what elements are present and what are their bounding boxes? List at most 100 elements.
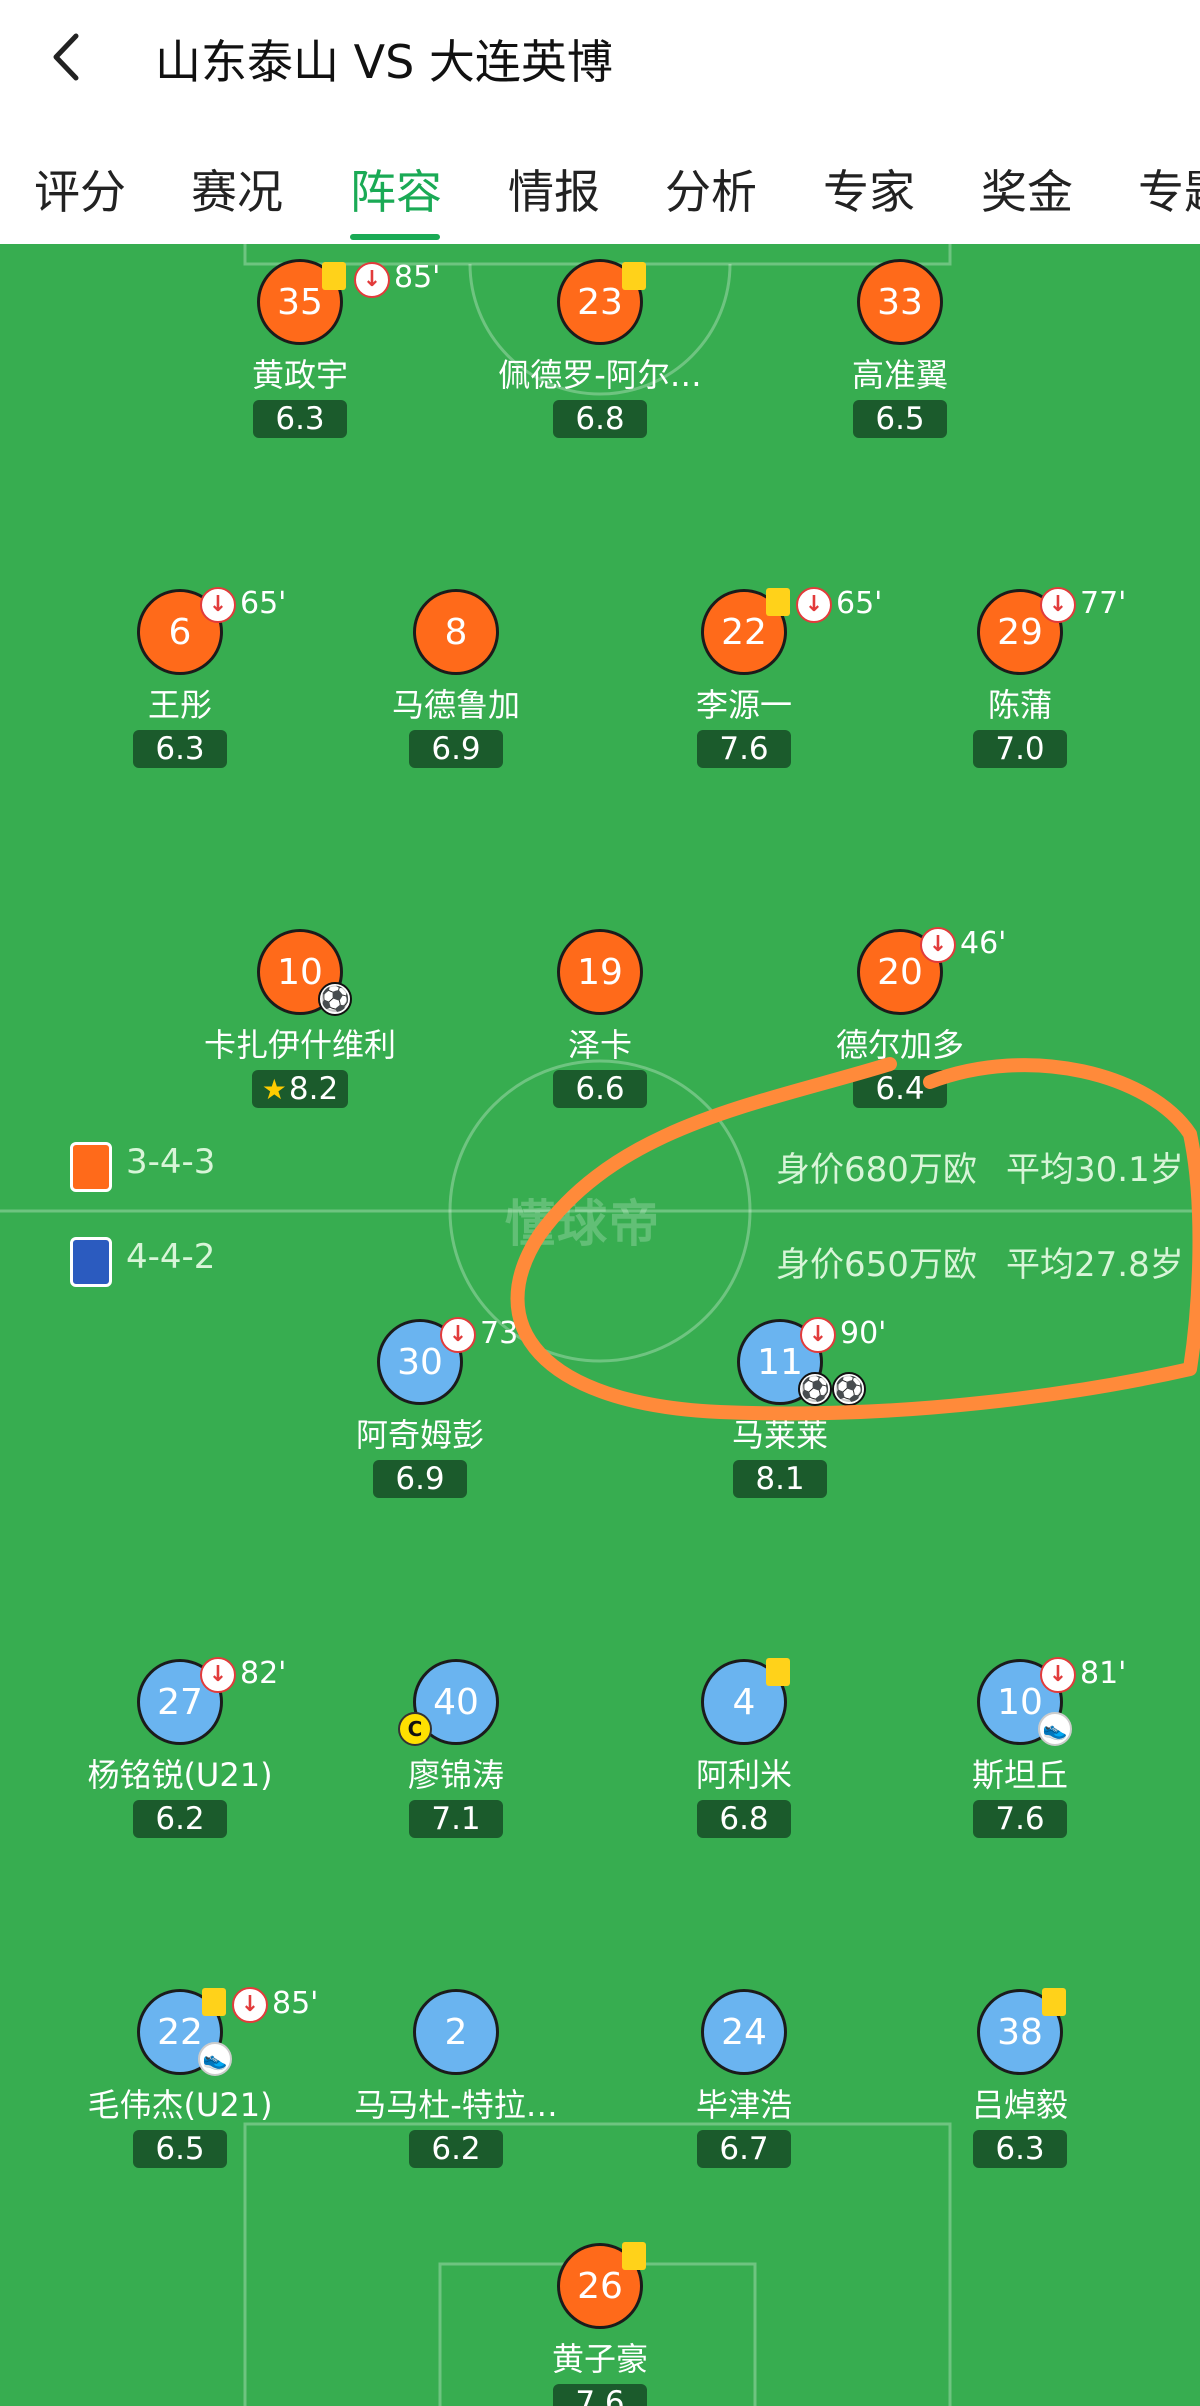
player-name: 黄子豪 (551, 2340, 648, 2378)
yellow-card-icon (622, 2242, 646, 2270)
sub-off-icon: ↓ (354, 262, 390, 298)
player-name: 吕焯毅 (971, 2086, 1068, 2124)
player-rating: 6.3 (973, 2130, 1067, 2168)
away-formation: 4-4-2 (126, 1237, 216, 1277)
page-title: 山东泰山 VS 大连英博 (155, 35, 613, 89)
player-rating: 7.6 (553, 2384, 647, 2406)
yellow-card-icon (322, 262, 346, 290)
player-rating: 6.2 (133, 1800, 227, 1838)
player-name: 毕津浩 (695, 2086, 792, 2124)
player-rating: 6.8 (697, 1800, 791, 1838)
sub-off-icon: ↓ (200, 587, 236, 623)
assist-boot-icon: 👟 (1038, 1712, 1072, 1746)
sub-minute: 85' (394, 260, 441, 295)
player-rating: 7.0 (973, 730, 1067, 768)
away-value: 身价650万欧 (776, 1245, 977, 1285)
player-rating: ★8.2 (252, 1070, 348, 1108)
player-rating: 8.1 (733, 1460, 827, 1498)
player-rating: 6.3 (133, 730, 227, 768)
watermark: 懂球帝 (505, 1195, 661, 1253)
player-rating: 6.9 (373, 1460, 467, 1498)
player-name: 李源一 (695, 686, 792, 724)
sub-minute: 77' (1080, 586, 1127, 621)
sub-off-icon: ↓ (920, 927, 956, 963)
player-name: 廖锦涛 (407, 1756, 504, 1794)
player-name: 阿奇姆彭 (355, 1416, 484, 1454)
player-name: 佩德罗-阿尔… (498, 356, 702, 394)
sub-minute: 65' (240, 586, 287, 621)
yellow-card-icon (622, 262, 646, 290)
player-name: 泽卡 (567, 1026, 632, 1064)
sub-minute: 90' (840, 1316, 887, 1351)
yellow-card-icon (202, 1988, 226, 2016)
assist-boot-icon: 👟 (198, 2042, 232, 2076)
player-rating: 6.5 (133, 2130, 227, 2168)
rating-value: 8.2 (288, 1071, 339, 1107)
player-name: 毛伟杰(U21) (87, 2086, 273, 2124)
player-rating: 6.8 (553, 400, 647, 438)
pitch: 懂球帝 35 ↓ 85' 黄政宇 6.3 23 佩德罗-阿尔… 6.8 33 高… (0, 244, 1200, 2406)
sub-off-icon: ↓ (200, 1657, 236, 1693)
sub-minute: 81' (1080, 1656, 1127, 1691)
tab-intel[interactable]: 情报 (508, 156, 600, 222)
away-team-badge (70, 1237, 112, 1287)
yellow-card-icon (766, 1658, 790, 1686)
sub-off-icon: ↓ (232, 1987, 268, 2023)
player-name: 德尔加多 (835, 1026, 964, 1064)
tab-bonus[interactable]: 奖金 (981, 156, 1073, 222)
player-name: 杨铭锐(U21) (87, 1756, 273, 1794)
home-team-badge (70, 1142, 112, 1192)
sub-minute: 85' (272, 1986, 319, 2021)
player-name: 高准翼 (851, 356, 948, 394)
player-number: 8 (413, 589, 499, 675)
tab-topic[interactable]: 专题 (1138, 156, 1200, 222)
player-number: 2 (413, 1989, 499, 2075)
sub-minute: 65' (836, 586, 883, 621)
home-avg-age: 平均30.1岁 (1006, 1150, 1184, 1190)
player-rating: 7.1 (409, 1800, 503, 1838)
back-button[interactable] (42, 22, 98, 92)
goal-ball-icon: ⚽ (832, 1372, 866, 1406)
player-rating: 6.3 (253, 400, 347, 438)
goal-ball-icon: ⚽ (798, 1372, 832, 1406)
home-value: 身价680万欧 (776, 1150, 977, 1190)
tab-rating[interactable]: 评分 (34, 156, 126, 222)
player-name: 卡扎伊什维利 (203, 1026, 396, 1064)
chevron-left-icon (53, 33, 79, 81)
player-number: 24 (701, 1989, 787, 2075)
sub-minute: 46' (960, 926, 1007, 961)
sub-minute: 82' (240, 1656, 287, 1691)
tab-lineup[interactable]: 阵容 (350, 156, 442, 222)
tab-experts[interactable]: 专家 (823, 156, 915, 222)
player-name: 王彤 (147, 686, 212, 724)
player-rating: 6.9 (409, 730, 503, 768)
sub-off-icon: ↓ (1040, 1657, 1076, 1693)
player-name: 马马杜-特拉… (354, 2086, 558, 2124)
home-formation: 3-4-3 (126, 1142, 216, 1182)
player-rating: 7.6 (697, 730, 791, 768)
star-icon: ★ (261, 1073, 287, 1106)
yellow-card-icon (1042, 1988, 1066, 2016)
player-rating: 6.6 (553, 1070, 647, 1108)
away-avg-age: 平均27.8岁 (1006, 1245, 1184, 1285)
player-name: 陈蒲 (987, 686, 1052, 724)
goal-ball-icon: ⚽ (318, 982, 352, 1016)
captain-icon: C (398, 1712, 432, 1746)
sub-off-icon: ↓ (796, 587, 832, 623)
top-bar: 山东泰山 VS 大连英博 (0, 0, 1200, 118)
player-number: 33 (857, 259, 943, 345)
tab-bar: 评分 赛况 阵容 情报 分析 专家 奖金 专题 (0, 118, 1200, 244)
player-name: 斯坦丘 (971, 1756, 1068, 1794)
player-rating: 6.7 (697, 2130, 791, 2168)
player-rating: 6.2 (409, 2130, 503, 2168)
player-name: 黄政宇 (251, 356, 348, 394)
player-name: 阿利米 (695, 1756, 792, 1794)
player-rating: 6.5 (853, 400, 947, 438)
player-name: 马德鲁加 (391, 686, 520, 724)
player-rating: 7.6 (973, 1800, 1067, 1838)
tab-analysis[interactable]: 分析 (665, 156, 757, 222)
tab-live[interactable]: 赛况 (191, 156, 283, 222)
player-name: 马莱莱 (731, 1416, 828, 1454)
yellow-card-icon (766, 588, 790, 616)
sub-off-icon: ↓ (800, 1317, 836, 1353)
